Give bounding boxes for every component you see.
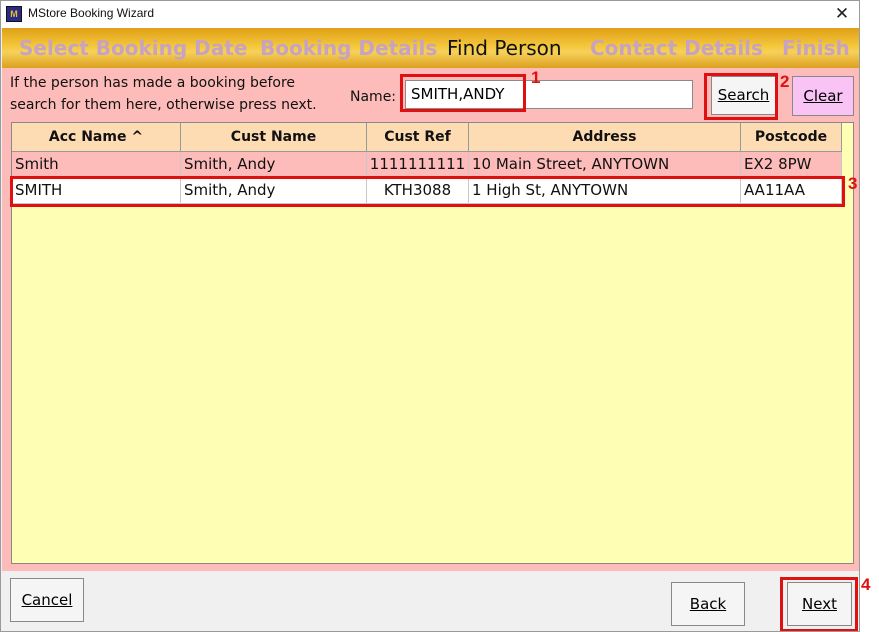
- search-button[interactable]: Search: [711, 76, 776, 115]
- table-row[interactable]: Smith Smith, Andy 1111111111 10 Main Str…: [12, 152, 842, 178]
- cell-postcode: AA11AA: [741, 178, 842, 204]
- column-header-postcode[interactable]: Postcode: [741, 123, 842, 152]
- wizard-steps-bar: Select Booking Date Booking Details Find…: [2, 28, 859, 68]
- annotation-1: 1: [531, 68, 541, 87]
- results-grid: Acc Name ^ Cust Name Cust Ref Address Po…: [11, 122, 854, 564]
- cell-cust-name: Smith, Andy: [181, 178, 367, 204]
- cell-acc-name: SMITH: [12, 178, 181, 204]
- column-header-address[interactable]: Address: [469, 123, 741, 152]
- app-icon: M: [6, 6, 22, 22]
- step-finish: Finish: [782, 36, 850, 60]
- annotation-4: 4: [861, 575, 871, 594]
- cell-cust-ref: 1111111111: [367, 152, 469, 178]
- table-row[interactable]: SMITH Smith, Andy KTH3088 1 High St, ANY…: [12, 178, 842, 204]
- cell-address: 1 High St, ANYTOWN: [469, 178, 741, 204]
- cell-acc-name: Smith: [12, 152, 181, 178]
- annotation-3: 3: [848, 174, 858, 193]
- name-label: Name:: [350, 89, 397, 105]
- window-title: MStore Booking Wizard: [28, 6, 155, 20]
- cancel-button[interactable]: Cancel: [10, 578, 84, 622]
- find-person-pane: If the person has made a booking before …: [2, 68, 859, 571]
- cell-postcode: EX2 8PW: [741, 152, 842, 178]
- cell-address: 10 Main Street, ANYTOWN: [469, 152, 741, 178]
- instructions-line-1: If the person has made a booking before: [10, 75, 296, 91]
- step-select-booking-date: Select Booking Date: [19, 36, 248, 60]
- next-button-label: Next: [802, 595, 837, 613]
- step-contact-details: Contact Details: [590, 36, 763, 60]
- column-header-cust-ref[interactable]: Cust Ref: [367, 123, 469, 152]
- annotation-2: 2: [780, 72, 790, 91]
- title-bar: M MStore Booking Wizard ✕: [1, 1, 859, 28]
- clear-button-label: Clear: [803, 87, 843, 105]
- column-header-acc-name[interactable]: Acc Name ^: [12, 123, 181, 152]
- grid-header: Acc Name ^ Cust Name Cust Ref Address Po…: [12, 123, 853, 152]
- step-booking-details: Booking Details: [260, 36, 438, 60]
- cell-cust-ref: KTH3088: [367, 178, 469, 204]
- next-button[interactable]: Next: [787, 582, 852, 626]
- name-search-input[interactable]: SMITH,ANDY: [405, 80, 693, 109]
- clear-button[interactable]: Clear: [792, 76, 854, 116]
- instructions-text: If the person has made a booking before …: [10, 72, 340, 116]
- step-find-person: Find Person: [447, 36, 562, 60]
- back-button-label: Back: [689, 595, 727, 613]
- cell-cust-name: Smith, Andy: [181, 152, 367, 178]
- footer-bar: Cancel Back Next: [2, 571, 859, 631]
- back-button[interactable]: Back: [671, 582, 745, 626]
- instructions-line-2: search for them here, otherwise press ne…: [10, 97, 317, 113]
- column-header-cust-name[interactable]: Cust Name: [181, 123, 367, 152]
- close-icon[interactable]: ✕: [831, 4, 853, 24]
- cancel-button-label: Cancel: [21, 591, 73, 609]
- booking-wizard-window: M MStore Booking Wizard ✕ Select Booking…: [0, 0, 860, 632]
- search-button-label: Search: [717, 86, 770, 104]
